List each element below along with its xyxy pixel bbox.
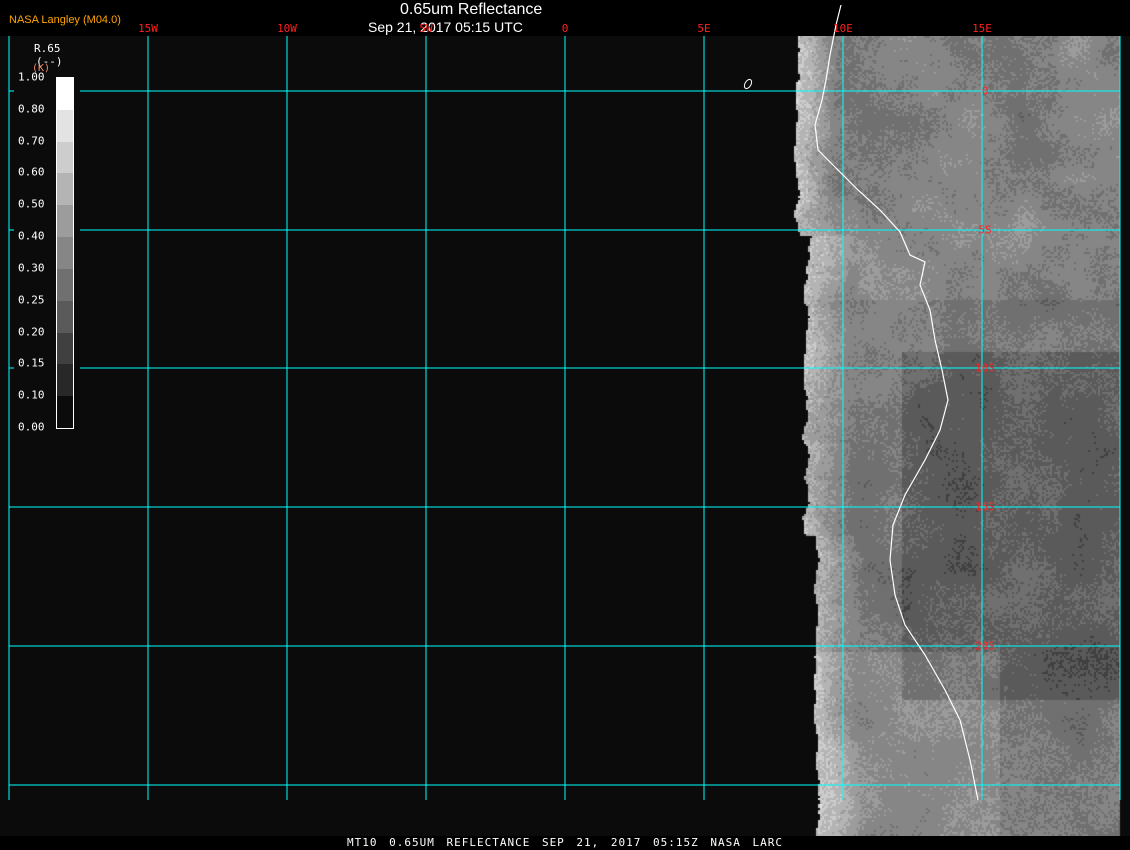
longitude-label: 10E	[833, 22, 853, 35]
island-outline	[743, 78, 753, 90]
color-legend: R.65 (--) (K) 1.00 0.80 0.70 0.60 0.50 0.40 0.…	[14, 38, 80, 440]
longitude-label: 5W	[419, 22, 433, 35]
colorbar-segment	[57, 205, 73, 238]
legend-tick-label: 0.70	[18, 134, 45, 148]
colorbar-segment	[57, 364, 73, 397]
latitude-label: 0	[981, 84, 989, 98]
longitude-label: 15E	[972, 22, 992, 35]
map-overlay	[8, 4, 1121, 801]
colorbar-segment	[57, 237, 73, 270]
legend-tick-label: 1.00	[18, 70, 45, 84]
footer-caption: MT10 0.65UM REFLECTANCE SEP 21, 2017 05:…	[347, 836, 783, 849]
coastline	[814, 4, 979, 801]
legend-tick-label: 0.15	[18, 356, 45, 370]
longitude-label: 5E	[697, 22, 711, 35]
colorbar-segment	[57, 78, 73, 111]
legend-tick-label: 0.00	[18, 420, 45, 434]
legend-tick-label: 0.40	[18, 229, 45, 243]
colorbar	[56, 77, 74, 429]
colorbar-segment	[57, 300, 73, 334]
image-title: 0.65um Reflectance	[400, 1, 543, 18]
legend-tick-label: 0.50	[18, 197, 45, 211]
colorbar-segment	[57, 268, 73, 302]
legend-variable: R.65	[34, 42, 61, 55]
legend-tick-label: 0.60	[18, 165, 45, 179]
latitude-label: 20S	[975, 639, 995, 653]
latitude-label: 15S	[975, 500, 995, 514]
longitude-label: 10W	[277, 22, 297, 35]
latitude-label: 5S	[978, 223, 992, 237]
legend-tick-label: 0.30	[18, 261, 45, 275]
colorbar-segment	[57, 332, 73, 365]
colorbar-segment	[57, 396, 73, 429]
legend-tick-label: 0.80	[18, 102, 45, 116]
longitude-label: 0	[561, 22, 569, 35]
colorbar-segment	[57, 173, 73, 206]
lat-lon-grid	[8, 36, 1121, 800]
brand-label: NASA Langley (M04.0)	[9, 14, 121, 26]
image-datetime: Sep 21, 2017 05:15 UTC	[368, 19, 523, 35]
longitude-label: 15W	[138, 22, 158, 35]
legend-tick-label: 0.10	[18, 388, 45, 402]
colorbar-segment	[57, 109, 73, 143]
colorbar-segment	[57, 141, 73, 174]
legend-tick-label: 0.25	[18, 293, 45, 307]
latitude-label: 10S	[975, 361, 995, 375]
legend-tick-label: 0.20	[18, 325, 45, 339]
